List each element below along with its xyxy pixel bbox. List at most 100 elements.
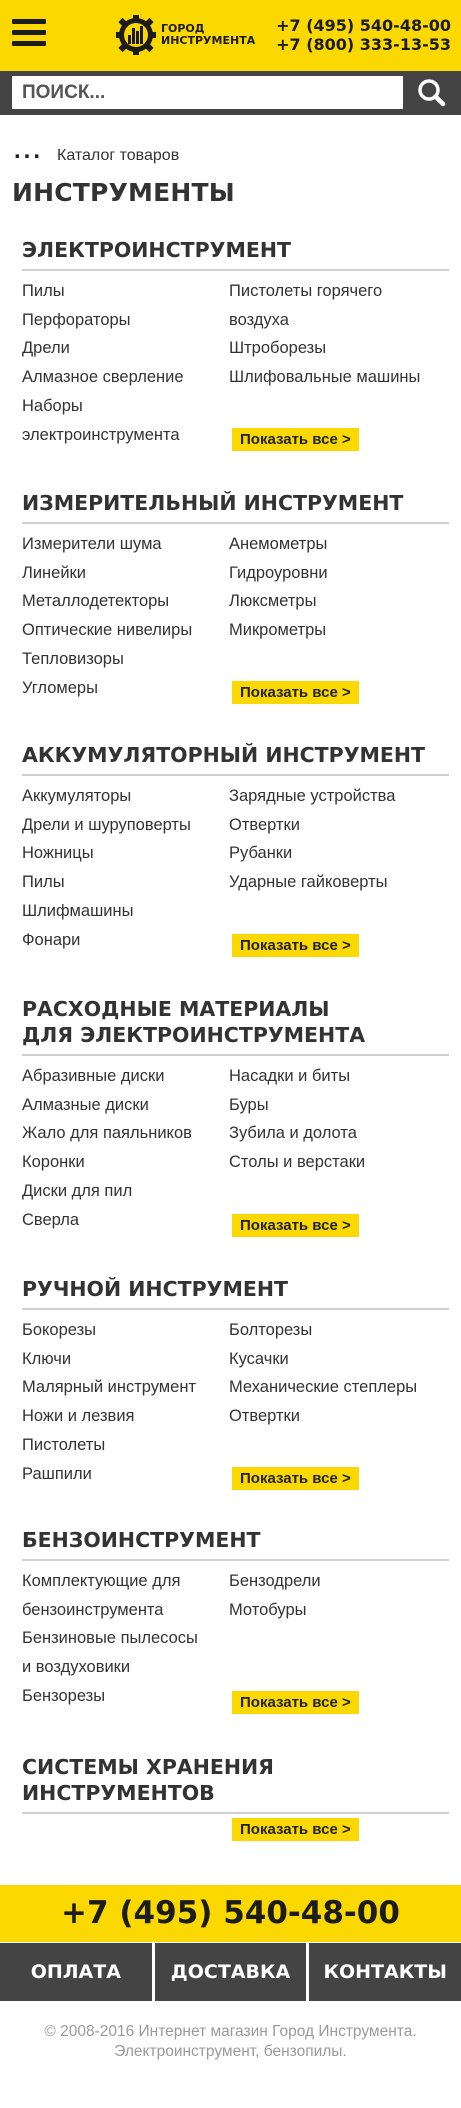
section-title[interactable]: ИЗМЕРИТЕЛЬНЫЙ ИНСТРУМЕНТ (22, 490, 449, 524)
category-link[interactable]: Абразивные диски (22, 1062, 229, 1091)
show-all-button[interactable]: Показать все > (232, 428, 359, 451)
category-link[interactable]: Механические степлеры (229, 1373, 449, 1402)
show-all-button[interactable]: Показать все > (232, 1214, 359, 1237)
category-link[interactable]: Угломеры (22, 674, 229, 703)
catalog-section: БЕНЗОИНСТРУМЕНТ Комплектующие для бензоинс… (22, 1527, 449, 1705)
category-link[interactable]: Аккумуляторы (22, 782, 229, 811)
links-column-left: Комплектующие для бензоинструмента Бензино… (22, 1567, 229, 1711)
category-link[interactable]: воздуха (229, 306, 449, 335)
category-link[interactable]: Кусачки (229, 1345, 449, 1374)
category-link[interactable]: Рубанки (229, 839, 449, 868)
category-link[interactable]: электроинструмента (22, 421, 229, 450)
category-link[interactable]: Буры (229, 1091, 449, 1120)
search-icon (418, 79, 446, 107)
section-title[interactable]: АККУМУЛЯТОРНЫЙ ИНСТРУМЕНТ (22, 742, 449, 776)
header-phone-1[interactable]: +7 (495) 540-48-00 (276, 16, 451, 35)
category-link[interactable]: Шлифмашины (22, 897, 229, 926)
section-title[interactable]: ЭЛЕКТРОИНСТРУМЕНТ (22, 237, 449, 271)
category-link[interactable]: Отвертки (229, 811, 449, 840)
section-title-line: ДЛЯ ЭЛЕКТРОИНСТРУМЕНТА (22, 1023, 366, 1047)
links-column-right: Зарядные устройства Отвертки Рубанки Ударны… (229, 782, 449, 897)
search-bar (0, 71, 461, 115)
category-link[interactable]: Отвертки (229, 1402, 449, 1431)
category-link[interactable]: Шлифовальные машины (229, 363, 449, 392)
category-link[interactable]: Столы и верстаки (229, 1148, 449, 1177)
category-link[interactable]: Бокорезы (22, 1316, 229, 1345)
nav-contacts[interactable]: КОНТАКТЫ (309, 1943, 461, 2001)
category-link[interactable]: Люксметры (229, 587, 449, 616)
section-title[interactable]: РУЧНОЙ ИНСТРУМЕНТ (22, 1276, 449, 1310)
category-link[interactable]: бензоинструмента (22, 1596, 229, 1625)
category-link[interactable]: Зубила и долота (229, 1119, 449, 1148)
category-link[interactable]: и воздуховики (22, 1653, 229, 1682)
category-link[interactable]: Перфораторы (22, 306, 229, 335)
category-link[interactable]: Ножницы (22, 839, 229, 868)
category-link[interactable]: Ключи (22, 1345, 229, 1374)
category-link[interactable]: Пилы (22, 868, 229, 897)
section-title-line: ЭЛЕКТРОИНСТРУМЕНТ (22, 238, 291, 262)
section-title[interactable]: СИСТЕМЫ ХРАНЕНИЯ ИНСТРУМЕНТОВ (22, 1754, 449, 1814)
show-all-button[interactable]: Показать все > (232, 934, 359, 957)
hamburger-menu-icon[interactable] (12, 19, 46, 53)
category-link[interactable]: Диски для пил (22, 1177, 229, 1206)
search-input[interactable] (12, 76, 403, 109)
category-link[interactable]: Фонари (22, 926, 229, 955)
links-column-left: Бокорезы Ключи Малярный инструмент Ножи и л… (22, 1316, 229, 1488)
show-all-button[interactable]: Показать все > (232, 1691, 359, 1714)
category-link[interactable]: Зарядные устройства (229, 782, 449, 811)
category-link[interactable]: Измерители шума (22, 530, 229, 559)
category-link[interactable]: Наборы (22, 392, 229, 421)
category-link[interactable]: Коронки (22, 1148, 229, 1177)
links-column-right: Пистолеты горячего воздуха Штроборезы Шлифо… (229, 277, 449, 392)
header-phone-2[interactable]: +7 (800) 333-13-53 (276, 35, 451, 54)
category-link[interactable]: Болторезы (229, 1316, 449, 1345)
category-link[interactable]: Пистолеты (22, 1431, 229, 1460)
catalog-section: СИСТЕМЫ ХРАНЕНИЯ ИНСТРУМЕНТОВ (22, 1754, 449, 1820)
category-link[interactable]: Тепловизоры (22, 645, 229, 674)
section-title[interactable]: БЕНЗОИНСТРУМЕНТ (22, 1527, 449, 1561)
category-link[interactable]: Микрометры (229, 616, 449, 645)
category-link[interactable]: Дрели (22, 334, 229, 363)
category-link[interactable]: Гидроуровни (229, 559, 449, 588)
links-column-left: Измерители шума Линейки Металлодетекторы Оп… (22, 530, 229, 702)
site-logo[interactable]: ГОРОД ИНСТРУМЕНТА (116, 12, 255, 58)
category-link[interactable]: Сверла (22, 1206, 229, 1235)
breadcrumb-home-dots[interactable]: ... (14, 139, 43, 163)
category-link[interactable]: Бензодрели (229, 1567, 449, 1596)
category-link[interactable]: Комплектующие для (22, 1567, 229, 1596)
search-button[interactable] (410, 76, 454, 109)
copyright-line1: © 2008-2016 Интернет магазин Город Инстр… (44, 2023, 417, 2040)
category-link[interactable]: Бензиновые пылесосы (22, 1624, 229, 1653)
category-link[interactable]: Ножи и лезвия (22, 1402, 229, 1431)
show-all-button[interactable]: Показать все > (232, 1818, 359, 1841)
logo-text: ГОРОД ИНСТРУМЕНТА (161, 23, 255, 47)
logo-gear-icon (116, 15, 156, 55)
links-column-right: Болторезы Кусачки Механические степлеры Отв… (229, 1316, 449, 1431)
category-link[interactable]: Рашпили (22, 1460, 229, 1489)
category-link[interactable]: Дрели и шуруповерты (22, 811, 229, 840)
category-link[interactable]: Пилы (22, 277, 229, 306)
category-link[interactable]: Алмазные диски (22, 1091, 229, 1120)
category-link[interactable]: Пистолеты горячего (229, 277, 449, 306)
show-all-button[interactable]: Показать все > (232, 1467, 359, 1490)
category-link[interactable]: Линейки (22, 559, 229, 588)
category-link[interactable]: Мотобуры (229, 1596, 449, 1625)
show-all-button[interactable]: Показать все > (232, 681, 359, 704)
category-link[interactable]: Жало для паяльников (22, 1119, 229, 1148)
section-title[interactable]: РАСХОДНЫЕ МАТЕРИАЛЫ ДЛЯ ЭЛЕКТРОИНСТРУМЕНТ… (22, 996, 449, 1056)
category-link[interactable]: Ударные гайковерты (229, 868, 449, 897)
category-link[interactable]: Алмазное сверление (22, 363, 229, 392)
category-link[interactable]: Штроборезы (229, 334, 449, 363)
nav-delivery[interactable]: ДОСТАВКА (155, 1943, 310, 2001)
category-link[interactable]: Оптические нивелиры (22, 616, 229, 645)
category-link[interactable]: Металлодетекторы (22, 587, 229, 616)
category-link[interactable]: Бензорезы (22, 1682, 229, 1711)
links-column-right: Бензодрели Мотобуры (229, 1567, 449, 1624)
links-column-right: Анемометры Гидроуровни Люксметры Микрометры (229, 530, 449, 645)
footer-phone[interactable]: +7 (495) 540-48-00 (0, 1885, 461, 1942)
breadcrumb-catalog-link[interactable]: Каталог товаров (57, 147, 179, 165)
category-link[interactable]: Анемометры (229, 530, 449, 559)
category-link[interactable]: Малярный инструмент (22, 1373, 229, 1402)
category-link[interactable]: Насадки и биты (229, 1062, 449, 1091)
nav-payment[interactable]: ОПЛАТА (0, 1943, 155, 2001)
